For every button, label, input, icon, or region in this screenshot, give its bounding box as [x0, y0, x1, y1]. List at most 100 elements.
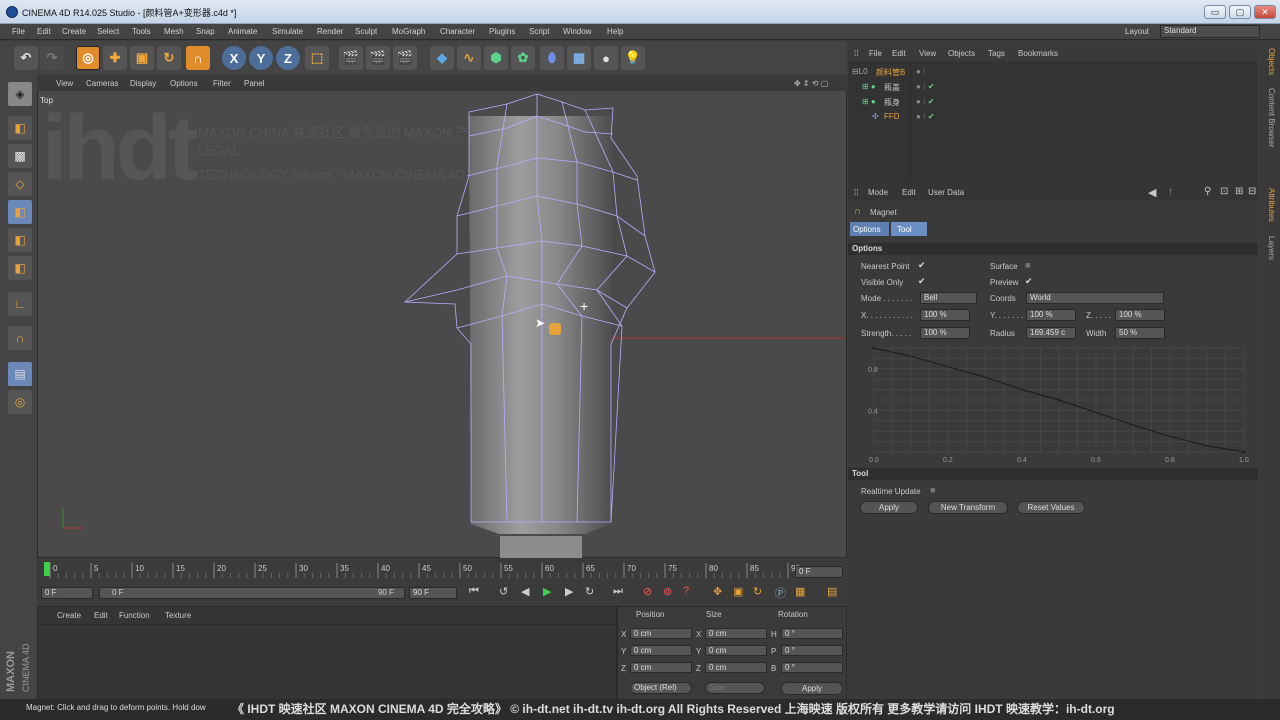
up-arrow-icon[interactable]: ↑: [1168, 186, 1174, 198]
workplane-lock-icon[interactable]: ▤: [8, 362, 32, 386]
size-z-field[interactable]: 0 cm: [705, 662, 767, 673]
cube-primitive-icon[interactable]: ◆: [430, 46, 454, 70]
apply-button[interactable]: Apply: [860, 501, 918, 514]
search-icon[interactable]: ⚲: [1204, 186, 1211, 197]
keyframe-selection-icon[interactable]: ?: [683, 585, 689, 597]
object-name[interactable]: 颜料管B: [876, 67, 905, 78]
am-menu-userdata[interactable]: User Data: [928, 188, 964, 197]
record-keys-icon[interactable]: ⊘: [643, 585, 652, 598]
z-field[interactable]: 100 %: [1115, 309, 1165, 321]
deformer-icon[interactable]: ⬮: [540, 46, 564, 70]
menu-edit[interactable]: Edit: [37, 27, 51, 36]
settings-icon[interactable]: ⊟: [1248, 186, 1256, 197]
am-drag-handle[interactable]: ⁞⁞: [854, 188, 858, 197]
rot-h-field[interactable]: 0 °: [781, 628, 843, 639]
reset-values-button[interactable]: Reset Values: [1017, 501, 1085, 514]
new-window-icon[interactable]: ⊞: [1235, 186, 1243, 197]
undo-icon[interactable]: ↶: [14, 46, 38, 70]
y-field[interactable]: 100 %: [1026, 309, 1076, 321]
z-axis-lock-icon[interactable]: Z: [276, 46, 300, 70]
om-menu-tags[interactable]: Tags: [988, 49, 1005, 58]
menu-character[interactable]: Character: [440, 27, 475, 36]
visibility-dots[interactable]: ● ⁝ ✔: [916, 97, 935, 106]
timeline[interactable]: 051015202530354045505560657075808590 0 F: [37, 560, 847, 584]
back-arrow-icon[interactable]: ◀: [1148, 186, 1156, 199]
render-picture-viewer-icon[interactable]: 🎬: [366, 46, 390, 70]
menu-file[interactable]: File: [12, 27, 25, 36]
axis-mode-icon[interactable]: ∟: [8, 292, 32, 316]
key-position-icon[interactable]: ✥: [713, 585, 722, 598]
object-row[interactable]: ⊞ ● 瓶身 ● ⁝ ✔: [848, 96, 1258, 110]
om-menu-file[interactable]: File: [869, 49, 882, 58]
mograph-cloner-icon[interactable]: ✿: [511, 46, 535, 70]
current-frame-field[interactable]: 0 F: [795, 566, 843, 578]
goto-end-icon[interactable]: ⏭: [613, 585, 623, 598]
visibility-dots[interactable]: ● ⁝ ✔: [916, 82, 935, 91]
autokey-icon[interactable]: ⊚: [663, 585, 672, 598]
end-frame-field[interactable]: 90 F: [409, 587, 457, 599]
mat-menu-edit[interactable]: Edit: [94, 611, 108, 620]
preview-checkbox[interactable]: ✔: [1025, 276, 1033, 287]
play-icon[interactable]: ▶: [543, 585, 551, 598]
tab-layers[interactable]: Layers: [1267, 236, 1276, 260]
tab-objects[interactable]: Objects: [1267, 48, 1276, 75]
visibility-dots[interactable]: ● ⁝: [916, 67, 926, 76]
om-menu-objects[interactable]: Objects: [948, 49, 975, 58]
coords-apply-button[interactable]: Apply: [781, 682, 843, 695]
redo-icon[interactable]: ↷: [40, 46, 64, 70]
pos-x-field[interactable]: 0 cm: [630, 628, 692, 639]
camera-icon[interactable]: ●: [594, 46, 618, 70]
om-menu-edit[interactable]: Edit: [892, 49, 906, 58]
tab-options[interactable]: Options: [850, 222, 889, 236]
menu-mesh[interactable]: Mesh: [164, 27, 184, 36]
coordinate-system-icon[interactable]: ⬚: [305, 46, 329, 70]
object-row[interactable]: ⊟L0 颜料管B ● ⁝: [848, 66, 1258, 80]
pos-y-field[interactable]: 0 cm: [630, 645, 692, 656]
magnet-tool-icon[interactable]: ∩: [186, 46, 210, 70]
next-key-icon[interactable]: ↻: [585, 585, 594, 598]
mode-select[interactable]: Bell: [920, 292, 977, 304]
floor-scene-icon[interactable]: ▦: [567, 46, 591, 70]
key-scale-icon[interactable]: ▣: [733, 585, 743, 598]
frame-range-slider[interactable]: 0 F 90 F: [99, 587, 405, 599]
mat-menu-function[interactable]: Function: [119, 611, 150, 620]
menu-simulate[interactable]: Simulate: [272, 27, 303, 36]
prev-key-icon[interactable]: ↺: [499, 585, 508, 598]
points-mode-icon[interactable]: ◧: [8, 200, 32, 224]
key-rotation-icon[interactable]: ↻: [753, 585, 762, 598]
object-row[interactable]: ⊞ ● 瓶盖 ● ⁝ ✔: [848, 81, 1258, 95]
polygons-mode-icon[interactable]: ◧: [8, 256, 32, 280]
minimize-button[interactable]: ▭: [1204, 5, 1226, 19]
size-x-field[interactable]: 0 cm: [705, 628, 767, 639]
menu-help[interactable]: Help: [607, 27, 623, 36]
expand-icon[interactable]: ⊞ ●: [862, 82, 876, 91]
layout-select[interactable]: Standard: [1160, 25, 1260, 38]
live-selection-icon[interactable]: ◎: [76, 46, 100, 70]
prev-frame-icon[interactable]: ◀: [521, 585, 529, 598]
om-menu-view[interactable]: View: [919, 49, 936, 58]
options-section-header[interactable]: Options: [848, 243, 1258, 255]
width-field[interactable]: 50 %: [1115, 327, 1165, 339]
tab-attributes[interactable]: Attributes: [1267, 188, 1276, 222]
edges-mode-icon[interactable]: ◧: [8, 228, 32, 252]
coords-mode-select[interactable]: Object (Rel): [630, 682, 692, 694]
texture-mode-icon[interactable]: ▩: [8, 144, 32, 168]
falloff-graph[interactable]: 0.0 0.2 0.4 0.6 0.8 1.0 0.8 0.4: [854, 342, 1258, 466]
new-transform-button[interactable]: New Transform: [928, 501, 1008, 514]
y-axis-lock-icon[interactable]: Y: [249, 46, 273, 70]
move-tool-icon[interactable]: ✚: [103, 46, 127, 70]
menu-script[interactable]: Script: [529, 27, 549, 36]
timeline-window-icon[interactable]: ▤: [827, 585, 837, 598]
visibility-dots[interactable]: ● ⁝ ✔: [916, 112, 935, 121]
spline-pen-icon[interactable]: ∿: [457, 46, 481, 70]
surface-checkbox[interactable]: ■: [1025, 260, 1030, 270]
om-drag-handle[interactable]: ⁞⁞: [854, 49, 858, 58]
render-view-icon[interactable]: 🎬: [339, 46, 363, 70]
render-settings-icon[interactable]: 🎬: [393, 46, 417, 70]
pos-z-field[interactable]: 0 cm: [630, 662, 692, 673]
rotate-tool-icon[interactable]: ↻: [157, 46, 181, 70]
mat-menu-texture[interactable]: Texture: [165, 611, 191, 620]
key-parameter-icon[interactable]: Ⓟ: [775, 585, 786, 601]
tab-content-browser[interactable]: Content Browser: [1267, 88, 1276, 148]
menu-tools[interactable]: Tools: [132, 27, 151, 36]
